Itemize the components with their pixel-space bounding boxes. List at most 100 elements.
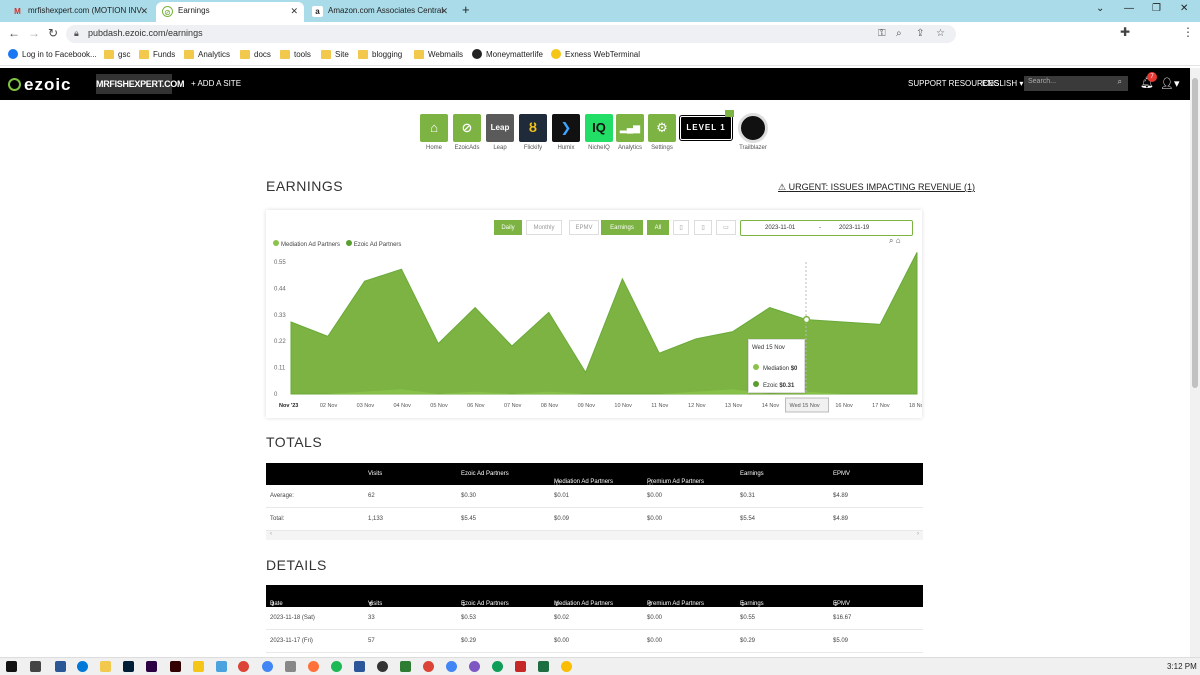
nicheiq-icon[interactable]: IQ [585,114,613,142]
menu-icon[interactable]: ⋮ [1182,25,1194,39]
analytics-icon[interactable]: ▂▄▆ [616,114,644,142]
bookmark-item[interactable]: Moneymatterlife [472,49,543,59]
forward-icon[interactable]: → [28,26,40,40]
home-icon[interactable]: ⌂ [420,114,448,142]
bookmark-item[interactable]: docs [240,50,271,59]
home-icon[interactable]: ⌂ [896,236,901,245]
firefox-icon[interactable] [308,661,319,672]
add-site-link[interactable]: + ADD A SITE [191,79,241,88]
search-input[interactable]: Search... ⌕ [1024,76,1128,91]
trailblazer-icon[interactable] [738,113,768,143]
bookmark-item[interactable]: Site [321,50,349,59]
zoom-icon[interactable]: ⌕ [896,28,902,39]
app-icon[interactable] [285,661,296,672]
search-icon[interactable]: ⌕ [1118,77,1122,87]
back-icon[interactable]: ← [8,26,20,40]
edge-icon[interactable] [77,661,88,672]
chrome-icon[interactable] [561,661,572,672]
url-omnibox[interactable]: 🔒︎ pubdash.ezoic.com/earnings ⚿ ⌕ ⇪ ☆ [66,25,956,43]
site-selector[interactable]: MRFISHEXPERT.COM [96,74,185,94]
app-icon[interactable] [400,661,411,672]
minimize-button[interactable]: — [1124,3,1134,14]
bookmark-star-icon[interactable]: ☆ [936,28,945,39]
bookmark-item[interactable]: gsc [104,50,130,59]
file-explorer-icon[interactable] [100,661,111,672]
bookmark-item[interactable]: Webmails [414,50,463,59]
tab-gmail[interactable]: M mrfishexpert.com (MOTION INV ✕ [6,2,154,22]
user-menu-icon[interactable]: 👤︎▾ [1160,77,1180,90]
page-title: EARNINGS [266,178,344,194]
app-icon[interactable] [377,661,388,672]
calculator-icon[interactable] [55,661,66,672]
app-icon[interactable] [216,661,227,672]
illustrator-icon[interactable] [170,661,181,672]
restore-button[interactable]: ❐ [1152,3,1161,14]
chart-legend: Mediation Ad Partners Ezoic Ad Partners [273,240,401,248]
monthly-toggle[interactable]: Monthly [526,220,562,235]
horizontal-scrollbar[interactable]: ‹ › [266,531,923,540]
humix-icon[interactable]: ❯ [552,114,580,142]
tab-search-icon[interactable]: ⌄ [1096,3,1104,14]
earnings-toggle[interactable]: Earnings [601,220,643,235]
windows-start-icon[interactable] [6,661,17,672]
zoom-icon[interactable]: ⌕ [889,236,893,245]
ezoic-logo[interactable]: ezoic [8,75,72,95]
puzzle-icon[interactable]: ✚ [1120,25,1130,39]
legend-ezoic[interactable]: Ezoic Ad Partners [345,240,401,248]
close-icon[interactable]: ✕ [140,2,148,20]
chrome-icon[interactable] [423,661,434,672]
task-view-icon[interactable] [30,661,41,672]
close-icon[interactable]: ✕ [290,2,298,20]
excel-icon[interactable] [538,661,549,672]
flickify-icon[interactable]: ȣ [519,114,547,142]
window-close-button[interactable]: ✕ [1180,3,1188,14]
bookmark-item[interactable]: Exness WebTerminal [551,49,640,59]
leap-icon[interactable]: Leap [486,114,514,142]
tablet-icon[interactable]: ▯ [694,220,712,235]
bookmark-item[interactable]: Funds [139,50,175,59]
folder-icon [139,50,149,59]
key-icon[interactable]: ⚿ [878,28,886,39]
photoshop-icon[interactable] [123,661,134,672]
chrome-icon[interactable] [262,661,273,672]
urgent-issues-link[interactable]: ⚠ URGENT: ISSUES IMPACTING REVENUE (1) [778,182,975,193]
scroll-left-icon[interactable]: ‹ [270,531,272,537]
bookmark-item[interactable]: tools [280,50,311,59]
app-icon[interactable] [193,661,204,672]
gear-icon[interactable]: ⚙ [648,114,676,142]
chrome-icon[interactable] [446,661,457,672]
row-label: Average: [270,493,294,499]
level-badge[interactable]: LEVEL 1 [680,116,732,140]
bookmark-item[interactable]: blogging [358,50,402,59]
daily-toggle[interactable]: Daily [494,220,522,235]
scroll-right-icon[interactable]: › [917,531,919,537]
y-tick-label: 0 [274,392,278,398]
app-icon[interactable] [492,661,503,672]
reload-icon[interactable]: ↻ [48,26,58,40]
app-icon[interactable] [515,661,526,672]
tab-earnings[interactable]: ⊘ Earnings ✕ [156,2,304,22]
earnings-chart[interactable]: 0.55 0.44 0.33 0.22 0.11 0 Nov '23 02 Nov 03 No… [266,252,922,418]
desktop-icon[interactable]: ▭ [716,220,736,235]
chrome-icon[interactable] [238,661,249,672]
scrollbar-thumb[interactable] [1192,78,1198,388]
new-tab-button[interactable]: + [462,2,470,17]
ezoicads-icon[interactable]: ⊘ [453,114,481,142]
tab-amazon[interactable]: a Amazon.com Associates Central ✕ [306,2,454,22]
app-icon[interactable] [469,661,480,672]
bookmark-item[interactable]: Analytics [184,50,230,59]
x-tick-label: 14 Nov [762,403,780,409]
all-devices-toggle[interactable]: All [647,220,669,235]
epmv-toggle[interactable]: EPMV [569,220,599,235]
spotify-icon[interactable] [331,661,342,672]
premiere-icon[interactable] [146,661,157,672]
close-icon[interactable]: ✕ [440,2,448,20]
mobile-icon[interactable]: ▯ [673,220,689,235]
bookmark-item[interactable]: Log in to Facebook... [8,49,97,59]
word-icon[interactable] [354,661,365,672]
share-icon[interactable]: ⇪ [916,28,924,39]
legend-mediation[interactable]: Mediation Ad Partners [273,240,340,248]
date-range-picker[interactable]: 2023-11-01 - 2023-11-19 [740,220,913,236]
language-selector[interactable]: ENGLISH ▾ [982,79,1023,88]
page-scrollbar[interactable] [1190,68,1200,657]
